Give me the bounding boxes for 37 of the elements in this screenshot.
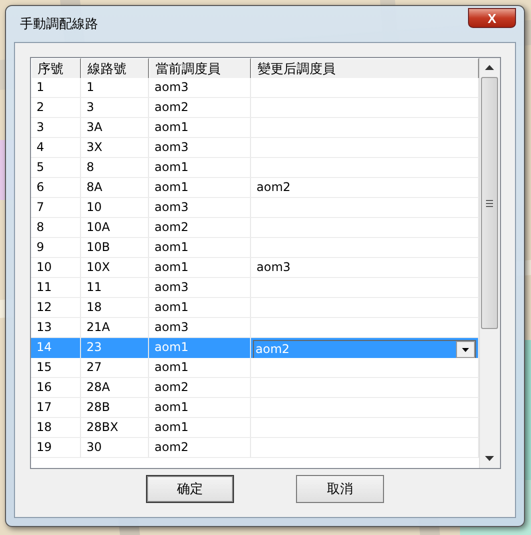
table-row[interactable]: 1 1 aom3 bbox=[30, 78, 478, 98]
column-header[interactable]: 線路號 bbox=[80, 58, 148, 80]
window-title: 手動調配線路 bbox=[19, 16, 98, 33]
grip-icon bbox=[486, 200, 493, 206]
table-row[interactable]: 2 3 aom2 bbox=[30, 98, 478, 118]
caret-icon bbox=[462, 348, 468, 352]
column-header[interactable]: 序號 bbox=[30, 58, 80, 80]
scroll-thumb[interactable] bbox=[481, 77, 498, 329]
dropdown-value: aom2 bbox=[254, 341, 456, 358]
table-row[interactable]: 16 28A aom2 bbox=[30, 378, 478, 398]
table-row[interactable]: 8 10A aom2 bbox=[30, 218, 478, 238]
table-row[interactable]: 4 3X aom3 bbox=[30, 138, 478, 158]
scroll-down-icon[interactable] bbox=[485, 456, 494, 461]
table-row[interactable]: 10 10X aom1 aom3 bbox=[30, 258, 478, 278]
table-cell: 30 bbox=[80, 438, 148, 458]
table-row[interactable]: 7 10 aom3 bbox=[30, 198, 478, 218]
table-row[interactable]: 13 21A aom3 bbox=[30, 318, 478, 338]
scroll-up-icon[interactable] bbox=[485, 65, 494, 70]
table-row[interactable]: 12 18 aom1 bbox=[30, 298, 478, 318]
table-row[interactable]: 19 30 aom2 bbox=[30, 438, 478, 458]
column-header[interactable]: 當前調度員 bbox=[148, 58, 250, 80]
dropdown-button[interactable] bbox=[456, 341, 474, 358]
table-row[interactable]: 5 8 aom1 bbox=[30, 158, 478, 178]
table-row[interactable]: 3 3A aom1 bbox=[30, 118, 478, 138]
close-button[interactable]: X bbox=[468, 8, 516, 28]
column-header[interactable]: 變更后調度員 bbox=[250, 58, 478, 80]
table-row[interactable]: 18 28BX aom1 bbox=[30, 418, 478, 438]
table-cell: aom2 bbox=[148, 438, 250, 458]
table-row[interactable]: 15 27 aom1 bbox=[30, 358, 478, 378]
table-cell: 19 bbox=[30, 438, 80, 458]
ok-button[interactable]: 确定 bbox=[146, 475, 234, 503]
table-row[interactable]: 17 28B aom1 bbox=[30, 398, 478, 418]
table-row[interactable]: 6 8A aom1 aom2 bbox=[30, 178, 478, 198]
cancel-button[interactable]: 取消 bbox=[296, 475, 384, 503]
table-row[interactable]: 9 10B aom1 bbox=[30, 238, 478, 258]
table-row[interactable]: 11 11 aom3 bbox=[30, 278, 478, 298]
scrollbar[interactable] bbox=[478, 58, 500, 468]
